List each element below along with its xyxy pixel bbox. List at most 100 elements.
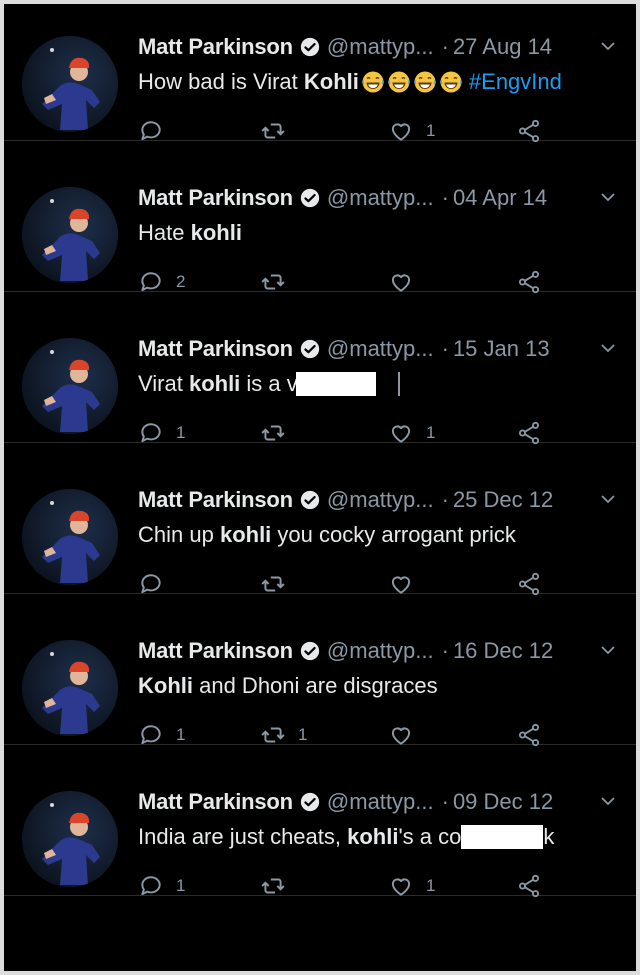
avatar[interactable] <box>22 187 118 283</box>
replie-count: 2 <box>176 272 186 291</box>
share-icon <box>516 873 542 899</box>
chevron-down-icon[interactable] <box>598 791 618 811</box>
avatar[interactable] <box>22 36 118 132</box>
chevron-down-icon[interactable] <box>598 640 618 660</box>
tweet-text-segment: Kohli <box>138 673 193 698</box>
verified-badge-icon <box>299 489 321 511</box>
user-handle[interactable]: @mattyp... <box>327 336 434 362</box>
tweet-text: Kohli and Dhoni are disgraces <box>138 670 624 702</box>
tweet-text-segment: kohli <box>219 522 272 547</box>
tweet-item[interactable]: Matt Parkinson @mattyp... · 15 Jan 13 Virat … <box>4 292 636 445</box>
heart-icon <box>388 873 414 899</box>
like-count: 1 <box>426 876 436 895</box>
redaction-box <box>295 372 376 396</box>
reply-button[interactable]: 1 <box>138 869 185 903</box>
tweet-date[interactable]: 09 Dec 12 <box>453 789 553 815</box>
user-handle[interactable]: @mattyp... <box>327 185 434 211</box>
user-name[interactable]: Matt Parkinson <box>138 487 293 513</box>
user-name[interactable]: Matt Parkinson <box>138 638 293 664</box>
tweet-item[interactable]: Matt Parkinson @mattyp... · 27 Aug 14 How ba… <box>4 4 636 143</box>
tweet-item[interactable]: Matt Parkinson @mattyp... · 16 Dec 12 Kohli … <box>4 594 636 747</box>
reply-icon <box>138 873 164 899</box>
tweet-date[interactable]: 16 Dec 12 <box>453 638 553 664</box>
avatar[interactable] <box>22 338 118 434</box>
avatar[interactable] <box>22 640 118 736</box>
laughing-emoji-icon <box>413 70 437 94</box>
redaction-box <box>461 825 544 849</box>
verified-badge-icon <box>299 791 321 813</box>
tweet-text-segment: k <box>543 824 555 849</box>
user-handle[interactable]: @mattyp... <box>327 487 434 513</box>
tweet-date[interactable]: 15 Jan 13 <box>453 336 550 362</box>
verified-badge-icon <box>299 187 321 209</box>
tweet-text-segment: India are just cheats, <box>138 824 348 849</box>
replie-count: 1 <box>176 725 186 744</box>
share-button[interactable] <box>516 869 542 903</box>
tweet-header: Matt Parkinson @mattyp... · 16 Dec 12 <box>138 636 626 666</box>
tweet-text: Hate kohli <box>138 217 624 249</box>
tweet-date[interactable]: 04 Apr 14 <box>453 185 547 211</box>
tweet-text-segment: Hate <box>138 220 191 245</box>
user-handle[interactable]: @mattyp... <box>327 34 434 60</box>
tweet-item[interactable]: Matt Parkinson @mattyp... · 04 Apr 14 Hate k… <box>4 141 636 294</box>
separator-dot: · <box>441 336 449 361</box>
hashtag-link[interactable]: #EngvInd <box>469 69 562 95</box>
tweet-text-segment: and Dhoni are disgraces <box>193 673 438 698</box>
tweet-text: How bad is Virat Kohli #EngvInd <box>138 66 624 98</box>
user-name[interactable]: Matt Parkinson <box>138 336 293 362</box>
user-name[interactable]: Matt Parkinson <box>138 789 293 815</box>
chevron-down-icon[interactable] <box>598 489 618 509</box>
tweet-text-segment: you cocky arrogant prick <box>271 522 516 547</box>
tweet-date[interactable]: 25 Dec 12 <box>453 487 553 513</box>
tweet-item[interactable]: Matt Parkinson @mattyp... · 09 Dec 12 India … <box>4 745 636 898</box>
like-count: 1 <box>426 121 436 140</box>
chevron-down-icon[interactable] <box>598 338 618 358</box>
verified-badge-icon <box>299 36 321 58</box>
tweet-text-segment: kohli <box>190 220 242 245</box>
tweet-header: Matt Parkinson @mattyp... · 27 Aug 14 <box>138 32 626 62</box>
tweet-header: Matt Parkinson @mattyp... · 25 Dec 12 <box>138 485 626 515</box>
tweet-text-segment: 's a co <box>398 824 462 849</box>
tweet-text: Chin up kohli you cocky arrogant prick <box>138 519 624 551</box>
user-handle[interactable]: @mattyp... <box>327 789 434 815</box>
laughing-emoji-icon <box>387 70 411 94</box>
retweet-icon <box>260 873 286 899</box>
tweet-text-segment: is a v <box>240 371 298 396</box>
like-count: 1 <box>426 423 436 442</box>
separator-dot: · <box>441 185 449 210</box>
separator-dot: · <box>441 638 449 663</box>
tweet-header: Matt Parkinson @mattyp... · 15 Jan 13 <box>138 334 626 364</box>
user-name[interactable]: Matt Parkinson <box>138 34 293 60</box>
user-name[interactable]: Matt Parkinson <box>138 185 293 211</box>
laughing-emoji-icon <box>361 70 385 94</box>
avatar[interactable] <box>22 791 118 887</box>
tweet-text-segment: How bad is Virat <box>138 69 304 94</box>
tweet-text-segment: Virat <box>138 371 189 396</box>
verified-badge-icon <box>299 640 321 662</box>
separator-dot: · <box>441 789 449 814</box>
user-handle[interactable]: @mattyp... <box>327 638 434 664</box>
chevron-down-icon[interactable] <box>598 187 618 207</box>
replie-count: 1 <box>176 423 186 442</box>
tweet-date[interactable]: 27 Aug 14 <box>453 34 552 60</box>
tweet-item[interactable]: Matt Parkinson @mattyp... · 25 Dec 12 Chin u… <box>4 443 636 596</box>
tweet-text-segment: kohli <box>347 824 399 849</box>
tweet-text-segment: Kohli <box>303 69 359 94</box>
tweet-actions: 11 <box>138 869 558 903</box>
tweet-text-segment: Chin up <box>138 522 220 547</box>
laughing-emoji-icon <box>439 70 463 94</box>
like-button[interactable]: 1 <box>388 869 435 903</box>
redaction-mark <box>397 372 400 396</box>
avatar[interactable] <box>22 489 118 585</box>
chevron-down-icon[interactable] <box>598 36 618 56</box>
tweet-list: Matt Parkinson @mattyp... · 27 Aug 14 How ba… <box>4 4 636 971</box>
tweet-text-segment: kohli <box>188 371 241 396</box>
replie-count: 1 <box>176 876 186 895</box>
tweet-text: Virat kohli is a v <box>138 368 624 400</box>
retweet-button[interactable] <box>260 869 298 903</box>
verified-badge-icon <box>299 338 321 360</box>
tweet-header: Matt Parkinson @mattyp... · 04 Apr 14 <box>138 183 626 213</box>
separator-dot: · <box>441 487 449 512</box>
tweet-text: India are just cheats, kohli's a co k <box>138 821 624 853</box>
separator-dot: · <box>441 34 449 59</box>
